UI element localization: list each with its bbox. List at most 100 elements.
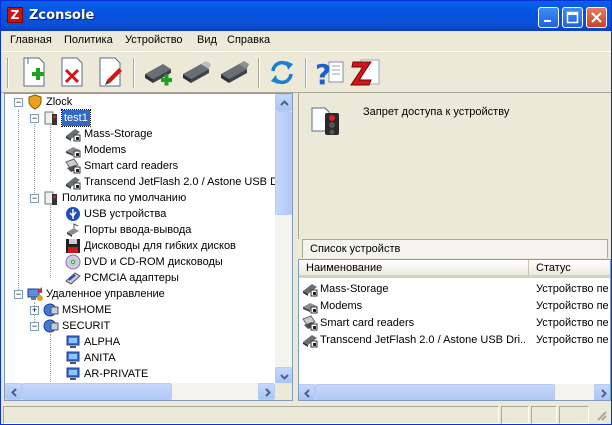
help-icon: ? xyxy=(315,58,344,91)
help-button[interactable]: ? xyxy=(311,56,345,91)
port-icon xyxy=(67,223,79,237)
computer-icon xyxy=(66,335,80,348)
menu-view[interactable]: Вид xyxy=(197,34,217,46)
tree-line xyxy=(50,118,51,182)
minimize-icon xyxy=(544,20,551,22)
menu-policy[interactable]: Политика xyxy=(64,34,113,46)
arrow-up-icon xyxy=(280,100,289,106)
scroll-thumb[interactable] xyxy=(22,383,172,400)
status-pane-main xyxy=(3,406,499,424)
smart-card-reader-icon xyxy=(302,315,318,331)
maximize-button[interactable] xyxy=(562,7,583,28)
tree-line xyxy=(50,334,51,382)
menu-home[interactable]: Главная xyxy=(10,34,52,46)
status-pane xyxy=(501,406,529,424)
collapse-toggle[interactable]: − xyxy=(30,114,39,123)
scroll-corner xyxy=(275,383,292,400)
device-list-tab[interactable]: Список устройств xyxy=(302,239,608,258)
delete-policy-button[interactable] xyxy=(55,56,89,88)
zlock-icon xyxy=(350,59,380,86)
add-device-button[interactable] xyxy=(141,56,175,88)
status-pane xyxy=(559,406,589,424)
scroll-thumb[interactable] xyxy=(315,384,555,400)
maximize-icon xyxy=(566,11,579,24)
collapse-toggle[interactable]: − xyxy=(30,194,39,203)
smart-card-reader-icon xyxy=(65,158,81,174)
policy-traffic-light-icon xyxy=(44,111,57,125)
modem-icon xyxy=(66,147,81,158)
add-document-icon xyxy=(23,57,45,87)
collapse-toggle[interactable]: − xyxy=(14,98,23,107)
network-domain-icon xyxy=(43,319,59,333)
list-item[interactable]: Transcend JetFlash 2.0 / Astone USB Dri.… xyxy=(299,332,610,349)
usb-device-icon xyxy=(303,284,318,297)
policy-description: Запрет доступа к устройству xyxy=(363,106,510,118)
about-button[interactable] xyxy=(349,56,383,88)
usb-icon xyxy=(221,61,249,83)
arrow-left-icon xyxy=(11,388,17,397)
minimize-button[interactable] xyxy=(538,7,559,28)
policy-details-panel: Запрет доступа к устройству xyxy=(298,93,611,239)
usb-flash-icon xyxy=(66,177,81,190)
remote-management-icon xyxy=(27,287,43,301)
scroll-up-button[interactable] xyxy=(275,94,292,111)
arrow-down-icon xyxy=(280,374,289,380)
menu-device[interactable]: Устройство xyxy=(125,34,183,46)
list-horizontal-scrollbar[interactable] xyxy=(299,384,610,400)
tree-line xyxy=(34,118,35,193)
arrow-right-icon xyxy=(265,388,271,397)
device-button-3[interactable] xyxy=(217,56,251,88)
column-header-name[interactable]: Наименование xyxy=(299,260,529,278)
device-list[interactable]: Наименование Статус Mass-Storage Устройс… xyxy=(298,259,611,401)
column-header-status[interactable]: Статус xyxy=(529,260,610,278)
new-policy-button[interactable] xyxy=(17,56,51,88)
usb-device-icon xyxy=(66,129,81,142)
pcmcia-card-icon xyxy=(65,272,81,285)
tree-horizontal-scrollbar[interactable] xyxy=(5,383,275,400)
policy-tree[interactable]: − Zlock − test1 Mass-Storage Modems Smar… xyxy=(4,93,293,401)
resize-grip-icon[interactable] xyxy=(595,409,608,422)
network-domain-icon xyxy=(43,303,59,317)
window-title: Zconsole xyxy=(29,8,95,23)
tree-line xyxy=(50,198,51,278)
close-button[interactable] xyxy=(586,7,607,28)
scroll-left-button[interactable] xyxy=(299,384,315,400)
toolbar-separator xyxy=(258,58,260,88)
scroll-down-button[interactable] xyxy=(275,367,292,384)
edit-document-icon xyxy=(99,57,122,87)
collapse-toggle[interactable]: − xyxy=(14,290,23,299)
close-icon xyxy=(591,12,602,23)
refresh-icon xyxy=(271,60,293,85)
menu-bar: Главная Политика Устройство Вид Справка xyxy=(1,31,611,51)
collapse-toggle[interactable]: − xyxy=(30,322,39,331)
edit-policy-button[interactable] xyxy=(93,56,127,88)
list-item[interactable]: Mass-Storage Устройство пе xyxy=(299,281,610,298)
scroll-left-button[interactable] xyxy=(5,383,22,400)
expand-toggle[interactable]: + xyxy=(30,306,39,315)
menu-help[interactable]: Справка xyxy=(227,34,270,46)
floppy-icon xyxy=(66,239,80,253)
list-item[interactable]: Modems Устройство пе xyxy=(299,298,610,315)
shield-icon xyxy=(28,94,42,110)
scroll-right-button[interactable] xyxy=(594,384,610,400)
status-pane xyxy=(531,406,557,424)
tree-vertical-scrollbar[interactable] xyxy=(275,94,292,384)
usb-symbol-icon xyxy=(66,207,80,221)
list-item[interactable]: Smart card readers Устройство пе xyxy=(299,315,610,332)
status-bar xyxy=(1,403,611,424)
computer-icon xyxy=(66,367,80,380)
modem-icon xyxy=(303,303,318,314)
toolbar-separator xyxy=(133,58,135,88)
policy-traffic-light-icon xyxy=(44,191,57,205)
scroll-right-button[interactable] xyxy=(258,383,275,400)
refresh-button[interactable] xyxy=(265,56,299,88)
device-button-2[interactable] xyxy=(179,56,213,88)
zlock-app-icon: Z xyxy=(7,7,23,23)
title-bar[interactable]: Z Zconsole xyxy=(1,1,611,31)
usb-add-icon xyxy=(145,64,172,86)
tree-line xyxy=(18,110,19,296)
toolbar: ? xyxy=(1,51,611,93)
cd-icon xyxy=(65,254,81,270)
scroll-thumb[interactable] xyxy=(275,111,292,215)
main-window: Z Zconsole Главная Политика Устройство В… xyxy=(0,0,612,425)
